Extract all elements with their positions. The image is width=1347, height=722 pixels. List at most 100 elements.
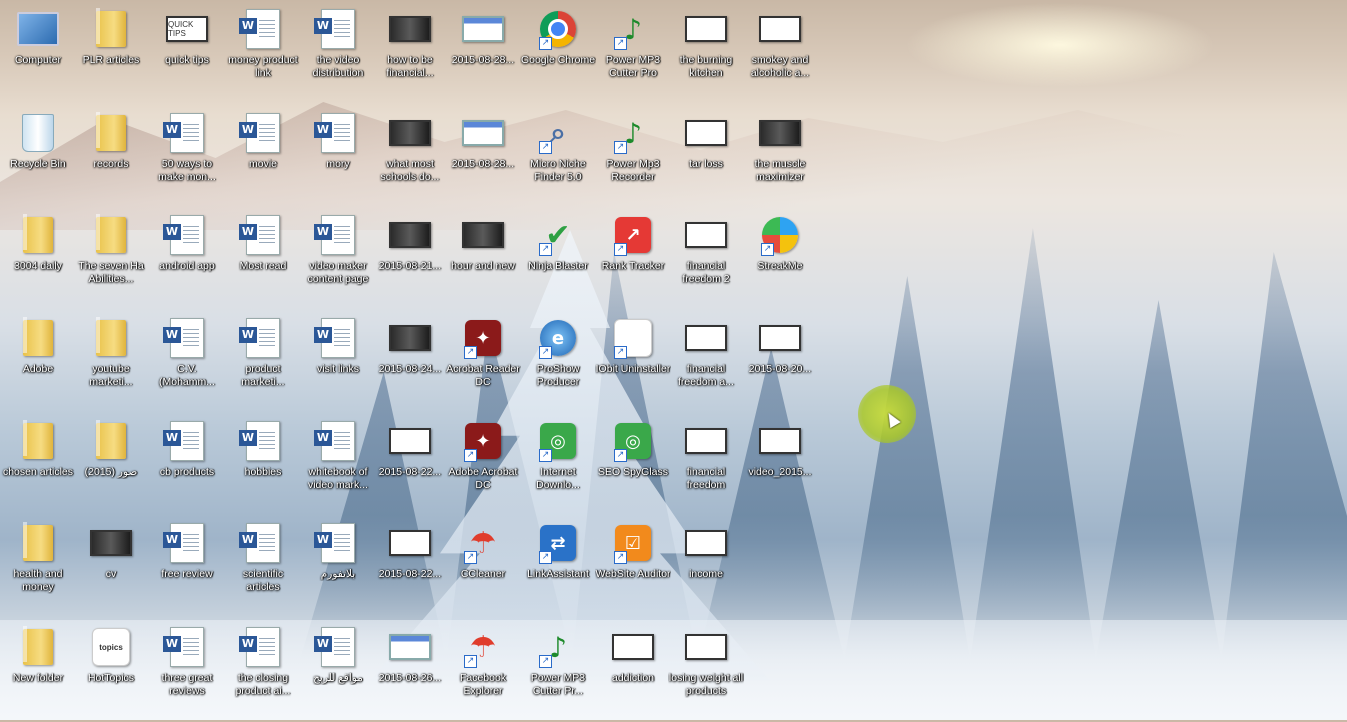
desktop-icon[interactable]: the closing product ai... — [225, 622, 301, 722]
desktop-icon[interactable]: QUICK TIPS quick tips — [149, 4, 225, 104]
desktop-icon-label: smokey and alcoholic a... — [750, 54, 810, 79]
desktop-icon[interactable]: financial freedom — [668, 416, 744, 516]
desktop-icon[interactable]: ♪ ↗ Power Mp3 Recorder — [595, 108, 671, 208]
desktop-icon[interactable]: cb products — [149, 416, 225, 516]
desktop-icon[interactable]: addiction — [595, 622, 671, 722]
desktop-icon[interactable]: whitebook of video mark... — [300, 416, 376, 516]
desktop-icon[interactable]: ✔ ↗ Ninja Blaster — [520, 210, 596, 310]
desktop-icon[interactable]: financial freedom a... — [668, 313, 744, 413]
desktop-icon[interactable]: 2015-08-20... — [742, 313, 818, 413]
video-thumbnail-icon — [389, 214, 431, 256]
desktop-icon[interactable]: 2015-08-24... — [372, 313, 448, 413]
desktop-icon[interactable]: the muscle maximizer — [742, 108, 818, 208]
desktop-icon[interactable]: 2015-08-21... — [372, 210, 448, 310]
desktop-icon[interactable]: ☑ ↗ WebSite Auditor — [595, 518, 671, 618]
desktop-icon[interactable]: PLR articles — [73, 4, 149, 104]
desktop-icon-label: IObit Uninstaller — [595, 363, 671, 375]
desktop-icon[interactable]: ✦ ↗ Adobe Acrobat DC — [445, 416, 521, 516]
desktop-icon[interactable]: visit links — [300, 313, 376, 413]
desktop-icon[interactable]: youtube marketi... — [73, 313, 149, 413]
desktop-icon[interactable]: ✦ ↗ Acrobat Reader DC — [445, 313, 521, 413]
desktop-icon[interactable]: The seven Ha Abilities... — [73, 210, 149, 310]
desktop-icon[interactable]: ↗ StreakMe — [742, 210, 818, 310]
desktop-icon[interactable]: بلاتفورم — [300, 518, 376, 618]
desktop-icon[interactable]: ⇄ ↗ LinkAssistant — [520, 518, 596, 618]
desktop-icon-label: Computer — [14, 54, 62, 66]
desktop-icon[interactable]: 2015-08-26... — [372, 622, 448, 722]
word-document-icon — [239, 522, 284, 564]
desktop-icon-label: income — [689, 568, 723, 580]
desktop-icon[interactable]: 3004 daily — [0, 210, 76, 310]
desktop-icon-label: 2015-08-22... — [378, 466, 442, 478]
desktop-icon[interactable]: ♪ ↗ Power MP3 Cutter Pro — [595, 4, 671, 104]
desktop-icon[interactable]: what most schools do... — [372, 108, 448, 208]
word-document-icon — [239, 317, 284, 359]
desktop-icon[interactable]: ↗ Google Chrome — [520, 4, 596, 104]
desktop-icon[interactable]: Computer — [0, 4, 76, 104]
desktop-icon[interactable]: topics HotTopics — [73, 622, 149, 722]
desktop-icon[interactable]: free review — [149, 518, 225, 618]
desktop-icon[interactable]: C.V. (Mohamm... — [149, 313, 225, 413]
video-thumbnail-icon — [685, 420, 727, 462]
desktop-icon[interactable]: ↗ ↗ Rank Tracker — [595, 210, 671, 310]
desktop-icon[interactable]: financial freedom 2 — [668, 210, 744, 310]
desktop-icon[interactable]: ♪ ↗ Power MP3 Cutter Pr... — [520, 622, 596, 722]
desktop-icon[interactable]: video_2015... — [742, 416, 818, 516]
video-thumbnail-icon — [685, 626, 727, 668]
desktop-icon[interactable]: مواقع للربح — [300, 622, 376, 722]
desktop-icon[interactable]: records — [73, 108, 149, 208]
recycle-bin-icon — [17, 112, 59, 154]
desktop-icon[interactable]: hobbies — [225, 416, 301, 516]
desktop-icon-label: 2015-08-28... — [451, 54, 515, 66]
desktop-icon[interactable]: 2015-08-28... — [445, 4, 521, 104]
desktop-icon[interactable]: hour and new — [445, 210, 521, 310]
desktop-icon-label: the burning kitchen — [679, 54, 733, 79]
desktop-icon[interactable]: ◎ ↗ SEO SpyGlass — [595, 416, 671, 516]
desktop-icon[interactable]: losing weight all products — [668, 622, 744, 722]
desktop-icon[interactable]: 2015-08-28... — [445, 108, 521, 208]
desktop-icon[interactable]: Adobe — [0, 313, 76, 413]
desktop-icon[interactable]: movie — [225, 108, 301, 208]
desktop-icon[interactable]: chosen articles — [0, 416, 76, 516]
desktop-icon[interactable]: ⌕ ↗ Micro Niche Finder 5.0 — [520, 108, 596, 208]
desktop-icon[interactable]: health and money — [0, 518, 76, 618]
desktop-icon[interactable]: 2015-08-22... — [372, 518, 448, 618]
desktop-icon-label: C.V. (Mohamm... — [158, 363, 215, 388]
desktop-icon[interactable]: the video distribution — [300, 4, 376, 104]
desktop-icon[interactable]: income — [668, 518, 744, 618]
desktop-icon[interactable]: how to be financial... — [372, 4, 448, 104]
desktop-icon[interactable]: product marketi... — [225, 313, 301, 413]
desktop-icon[interactable]: Recycle Bin — [0, 108, 76, 208]
desktop-icon-label: 2015-08-28... — [451, 158, 515, 170]
shortcut-arrow-icon: ↗ — [464, 551, 477, 564]
desktop-icon[interactable]: ☂ ↗ Facebook Explorer — [445, 622, 521, 722]
desktop-icon[interactable]: the burning kitchen — [668, 4, 744, 104]
desktop-icon[interactable]: 50 ways to make mon... — [149, 108, 225, 208]
desktop-icon[interactable]: tar loss — [668, 108, 744, 208]
desktop-icon[interactable]: three great reviews — [149, 622, 225, 722]
desktop-icon[interactable]: ◎ ↗ Internet Downlo... — [520, 416, 596, 516]
desktop-icon-label: hour and new — [451, 260, 515, 272]
desktop-icon-label: financial freedom 2 — [682, 260, 730, 285]
desktop-icon[interactable]: New folder — [0, 622, 76, 722]
folder-icon — [17, 522, 59, 564]
desktop-icon-label: whitebook of video mark... — [307, 466, 369, 491]
desktop-icon[interactable]: cv — [73, 518, 149, 618]
desktop-icon[interactable]: video maker content page — [300, 210, 376, 310]
desktop-icon[interactable]: ☂ ↗ CCleaner — [445, 518, 521, 618]
shortcut-arrow-icon: ↗ — [464, 346, 477, 359]
desktop-icon-label: SEO SpyGlass — [597, 466, 669, 478]
desktop-icon[interactable]: mory — [300, 108, 376, 208]
desktop-icon[interactable]: ↗ IObit Uninstaller — [595, 313, 671, 413]
desktop-icon[interactable]: e ↗ ProShow Producer — [520, 313, 596, 413]
app-pdf-icon: ✦ ↗ — [462, 317, 504, 359]
desktop-icon[interactable]: money product link — [225, 4, 301, 104]
word-document-icon — [239, 112, 284, 154]
desktop-icon[interactable]: smokey and alcoholic a... — [742, 4, 818, 104]
word-document-icon — [163, 112, 208, 154]
desktop-icon[interactable]: صور (2015) — [73, 416, 149, 516]
desktop-icon[interactable]: 2015-08-22... — [372, 416, 448, 516]
desktop-icon[interactable]: scientific articles — [225, 518, 301, 618]
desktop-icon[interactable]: Most read — [225, 210, 301, 310]
desktop-icon[interactable]: android app — [149, 210, 225, 310]
